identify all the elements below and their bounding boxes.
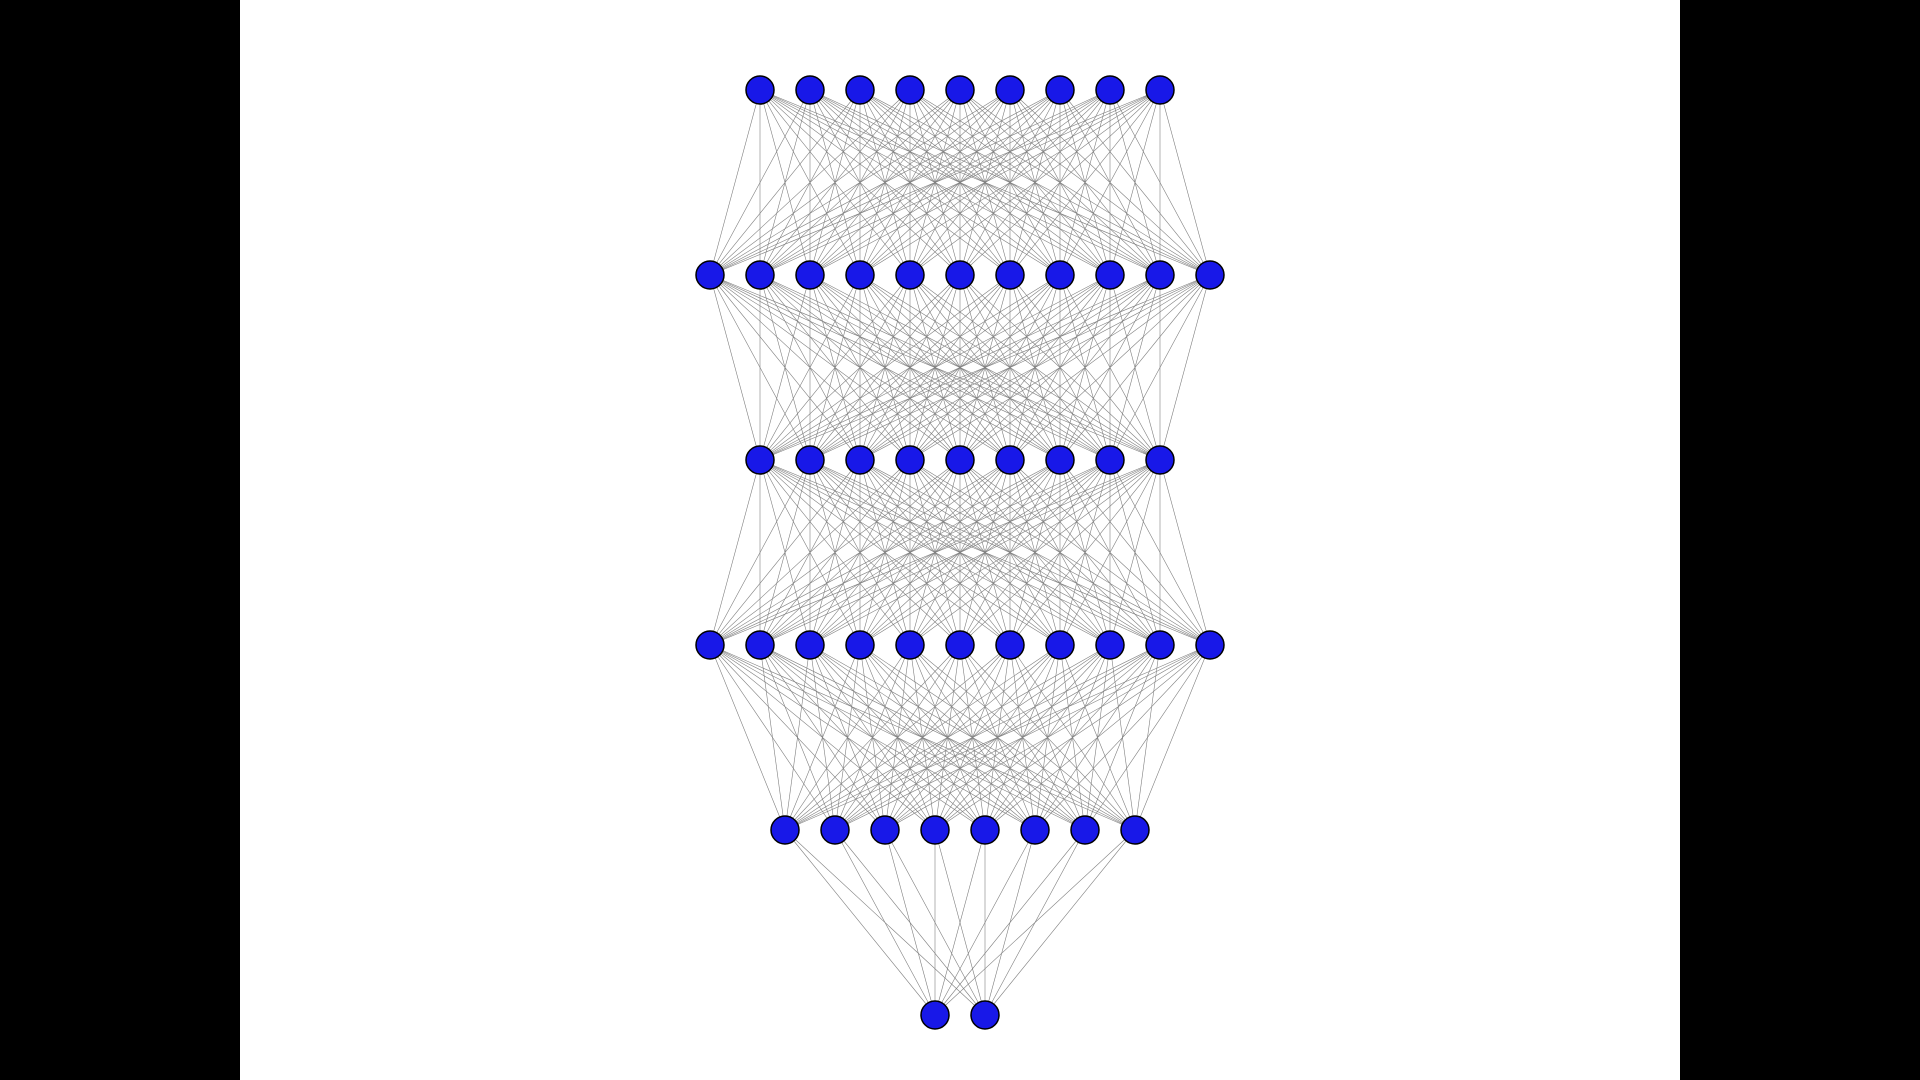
edge <box>985 830 1135 1015</box>
neuron-node <box>921 816 949 844</box>
neuron-node <box>996 261 1024 289</box>
edge <box>710 460 1160 645</box>
neuron-node <box>996 76 1024 104</box>
neuron-node <box>796 261 824 289</box>
neuron-node <box>746 261 774 289</box>
neuron-node <box>746 76 774 104</box>
neuron-node <box>696 261 724 289</box>
edge <box>935 830 1085 1015</box>
neuron-node <box>896 446 924 474</box>
edge <box>710 460 760 645</box>
neuron-node <box>746 446 774 474</box>
neuron-node <box>896 261 924 289</box>
edge <box>710 460 1060 645</box>
neuron-node <box>1046 446 1074 474</box>
neuron-node <box>871 816 899 844</box>
neuron-node <box>796 631 824 659</box>
neuron-node <box>1046 631 1074 659</box>
neuron-node <box>746 631 774 659</box>
edge <box>885 830 935 1015</box>
edge <box>710 90 1160 275</box>
neuron-node <box>846 631 874 659</box>
neuron-node <box>1146 446 1174 474</box>
neuron-node <box>896 631 924 659</box>
edge <box>1160 275 1210 460</box>
neuron-node <box>946 76 974 104</box>
neuron-node <box>946 261 974 289</box>
edge <box>710 460 860 645</box>
edge <box>1160 90 1210 275</box>
edge <box>710 460 960 645</box>
edge <box>760 645 785 830</box>
edge <box>760 275 1210 460</box>
edge <box>710 275 760 460</box>
neuron-node <box>896 76 924 104</box>
neuron-node <box>946 446 974 474</box>
neuron-node <box>1146 76 1174 104</box>
neuron-node <box>1146 631 1174 659</box>
neuron-node <box>771 816 799 844</box>
neuron-node <box>996 446 1024 474</box>
edge <box>710 90 860 275</box>
edges-group <box>710 90 1210 1015</box>
neuron-node <box>1071 816 1099 844</box>
neuron-node <box>1146 261 1174 289</box>
edge <box>1160 460 1210 645</box>
neuron-node <box>1196 261 1224 289</box>
edge <box>785 830 935 1015</box>
neuron-node <box>1021 816 1049 844</box>
neuron-node <box>696 631 724 659</box>
neuron-node <box>846 446 874 474</box>
neuron-node <box>1121 816 1149 844</box>
edge <box>710 90 760 275</box>
neuron-node <box>846 261 874 289</box>
edge <box>710 90 960 275</box>
neuron-node <box>946 631 974 659</box>
neuron-node <box>971 816 999 844</box>
neuron-node <box>846 76 874 104</box>
neuron-node <box>1096 261 1124 289</box>
edge <box>960 275 1210 460</box>
neuron-node <box>1196 631 1224 659</box>
neuron-node <box>796 76 824 104</box>
neuron-node <box>996 631 1024 659</box>
edge <box>935 830 1135 1015</box>
neuron-node <box>1046 261 1074 289</box>
neuron-node <box>821 816 849 844</box>
edge <box>835 830 935 1015</box>
edge <box>1060 275 1210 460</box>
neuron-node <box>1096 631 1124 659</box>
neural-network-svg <box>240 0 1680 1080</box>
neuron-node <box>971 1001 999 1029</box>
edge <box>860 275 1210 460</box>
neuron-node <box>796 446 824 474</box>
diagram-canvas <box>240 0 1680 1080</box>
neuron-node <box>1046 76 1074 104</box>
edge <box>785 645 810 830</box>
neuron-node <box>1096 76 1124 104</box>
neuron-node <box>921 1001 949 1029</box>
neuron-node <box>1096 446 1124 474</box>
edge <box>710 90 1060 275</box>
